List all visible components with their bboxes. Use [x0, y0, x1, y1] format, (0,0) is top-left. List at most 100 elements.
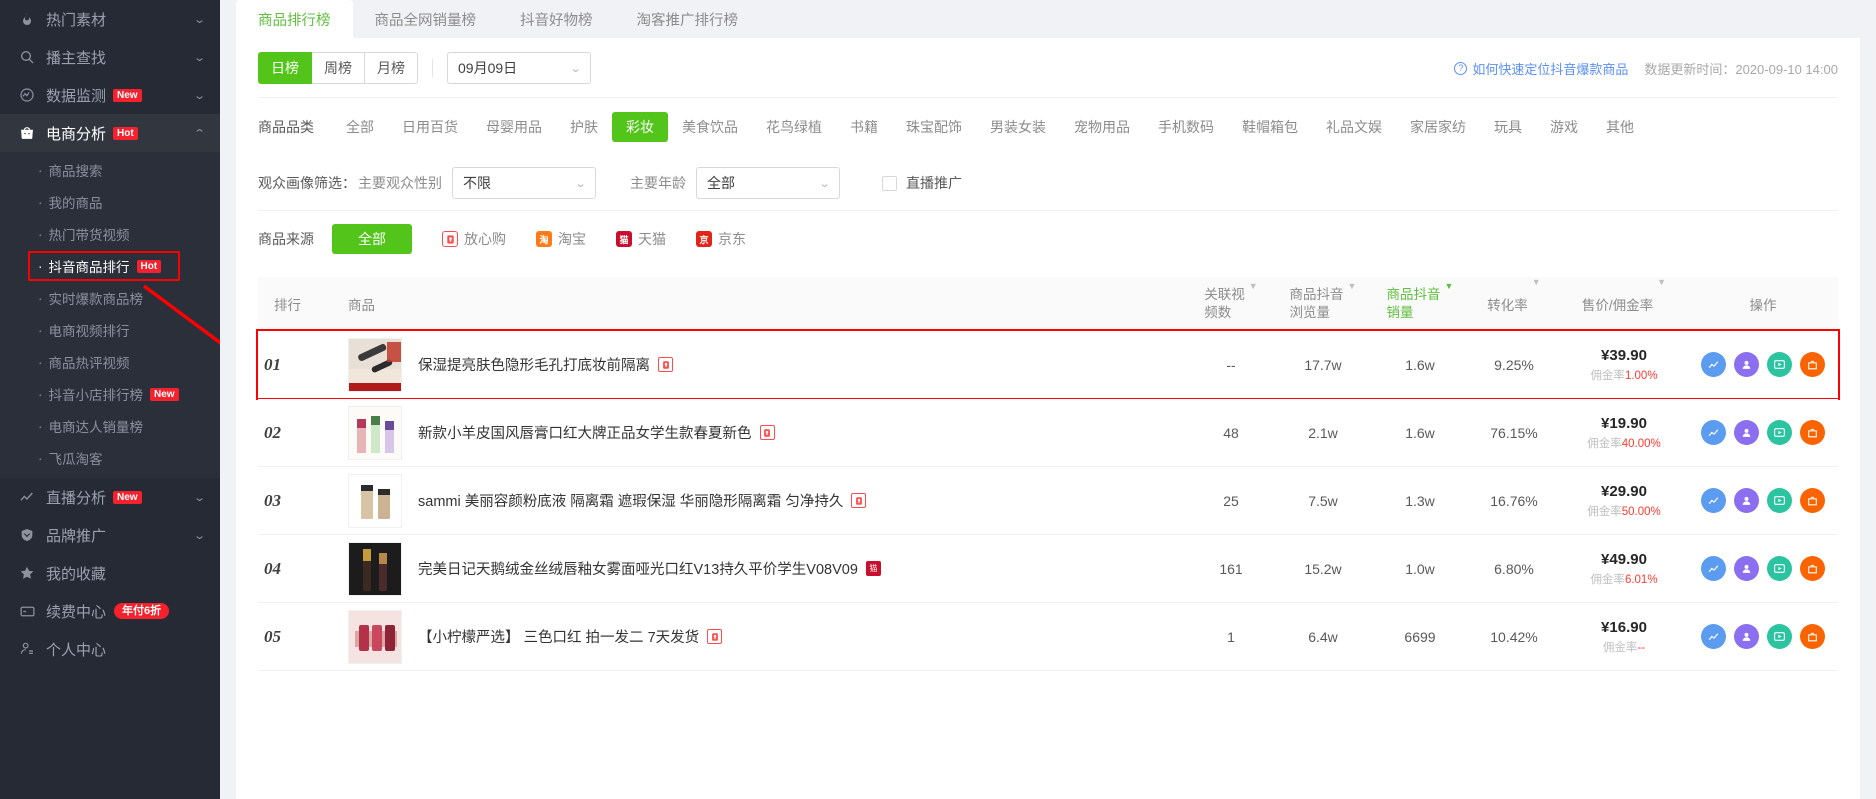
sort-descending-icon[interactable]: ▼ [1445, 281, 1454, 291]
help-link[interactable]: ? 如何快速定位抖音爆款商品 [1454, 59, 1628, 78]
sidebar-item-feigua-taoke[interactable]: · 飞瓜淘客 [0, 442, 220, 474]
product-name[interactable]: 新款小羊皮国风唇膏口红大牌正品女学生款春夏新色 [418, 422, 752, 443]
shop-icon[interactable] [1800, 624, 1825, 649]
sidebar-item-hot-materials[interactable]: 热门素材 ⌄ [0, 0, 220, 38]
tab-全网-sales-ranking[interactable]: 商品全网销量榜 [353, 0, 499, 38]
category-home-textiles[interactable]: 家居家纺 [1396, 112, 1480, 142]
category-skincare[interactable]: 护肤 [556, 112, 612, 142]
product-thumbnail[interactable] [348, 473, 402, 528]
col-header-video-count[interactable]: 关联视 频数 ▼ [1188, 277, 1274, 331]
category-makeup[interactable]: 彩妆 [612, 112, 668, 142]
category-other[interactable]: 其他 [1592, 112, 1648, 142]
source-tmall[interactable]: 猫 天猫 [616, 229, 666, 249]
sidebar-item-product-search[interactable]: · 商品搜索 [0, 154, 220, 186]
sidebar-item-realtime-hot-products[interactable]: · 实时爆款商品榜 [0, 282, 220, 314]
audience-icon[interactable] [1734, 624, 1759, 649]
table-row[interactable]: 01 保湿提亮肤色隐形毛孔打底妆前隔离 -- 17.7w 1.6w 9.25% … [256, 329, 1840, 400]
sidebar-item-personal-center[interactable]: 个人中心 [0, 630, 220, 668]
sidebar-item-douyin-shop-rank[interactable]: · 抖音小店排行榜 New [0, 378, 220, 410]
product-name[interactable]: 保湿提亮肤色隐形毛孔打底妆前隔离 [418, 354, 650, 375]
category-plants[interactable]: 花鸟绿植 [752, 112, 836, 142]
col-header-conversion[interactable]: 转化率 ▼ [1468, 277, 1560, 331]
category-toys[interactable]: 玩具 [1480, 112, 1536, 142]
trend-chart-icon[interactable] [1701, 488, 1726, 513]
sidebar-item-live-analysis[interactable]: 直播分析 New ⌄ [0, 478, 220, 516]
table-row[interactable]: 03 sammi 美丽容颜粉底液 隔离霜 遮瑕保湿 华丽隐形隔离霜 匀净持久 2… [258, 467, 1838, 535]
product-thumbnail[interactable] [348, 405, 402, 460]
cell-product[interactable]: 保湿提亮肤色隐形毛孔打底妆前隔离 [342, 337, 1188, 392]
period-monthly-button[interactable]: 月榜 [365, 52, 418, 84]
sidebar-item-product-review-videos[interactable]: · 商品热评视频 [0, 346, 220, 378]
audience-icon[interactable] [1734, 352, 1759, 377]
source-taobao[interactable]: 淘 淘宝 [536, 229, 586, 249]
video-play-icon[interactable] [1767, 488, 1792, 513]
sidebar-item-my-favorites[interactable]: 我的收藏 [0, 554, 220, 592]
sort-descending-icon[interactable]: ▼ [1657, 277, 1666, 287]
cell-product[interactable]: 【小柠檬严选】 三色口红 拍一发二 7天发货 [342, 609, 1188, 664]
sidebar-item-douyin-product-rank[interactable]: · 抖音商品排行 Hot [0, 250, 220, 282]
category-clothing[interactable]: 男装女装 [976, 112, 1060, 142]
category-mobile-digital[interactable]: 手机数码 [1144, 112, 1228, 142]
source-fangxingou[interactable]: 放心购 [442, 229, 506, 249]
category-shoes-bags[interactable]: 鞋帽箱包 [1228, 112, 1312, 142]
audience-icon[interactable] [1734, 488, 1759, 513]
tab-product-ranking[interactable]: 商品排行榜 [236, 0, 353, 38]
live-promo-checkbox-wrap[interactable]: 直播推广 [882, 173, 962, 193]
sidebar-item-data-monitor[interactable]: 数据监测 New ⌄ [0, 76, 220, 114]
product-name[interactable]: 完美日记天鹅绒金丝绒唇釉女雾面哑光口红V13持久平价学生V08V09 [418, 558, 858, 579]
sidebar-item-brand-promotion[interactable]: 品牌推广 ⌄ [0, 516, 220, 554]
col-header-sales[interactable]: 商品抖音 销量 ▼ [1372, 277, 1468, 331]
shop-icon[interactable] [1800, 352, 1825, 377]
category-games[interactable]: 游戏 [1536, 112, 1592, 142]
sidebar-item-find-broadcaster[interactable]: 播主查找 ⌄ [0, 38, 220, 76]
category-pet-supplies[interactable]: 宠物用品 [1060, 112, 1144, 142]
date-select[interactable]: 09月09日 ⌄ [447, 52, 591, 84]
audience-icon[interactable] [1734, 556, 1759, 581]
sidebar-item-influencer-sales-rank[interactable]: · 电商达人销量榜 [0, 410, 220, 442]
sidebar-item-hot-selling-videos[interactable]: · 热门带货视频 [0, 218, 220, 250]
trend-chart-icon[interactable] [1701, 420, 1726, 445]
trend-chart-icon[interactable] [1701, 352, 1726, 377]
table-row[interactable]: 02 新款小羊皮国风唇膏口红大牌正品女学生款春夏新色 48 2.1w 1.6w … [258, 399, 1838, 467]
col-header-views[interactable]: 商品抖音 浏览量 ▼ [1274, 277, 1372, 331]
product-name[interactable]: sammi 美丽容颜粉底液 隔离霜 遮瑕保湿 华丽隐形隔离霜 匀净持久 [418, 490, 843, 511]
sidebar-item-ecommerce-video-rank[interactable]: · 电商视频排行 [0, 314, 220, 346]
category-gifts-entertainment[interactable]: 礼品文娱 [1312, 112, 1396, 142]
product-name[interactable]: 【小柠檬严选】 三色口红 拍一发二 7天发货 [418, 626, 699, 647]
sidebar-item-ecommerce-analysis[interactable]: 电商分析 Hot ⌃ [0, 114, 220, 152]
sort-descending-icon[interactable]: ▼ [1249, 281, 1258, 291]
category-jewelry[interactable]: 珠宝配饰 [892, 112, 976, 142]
source-all-button[interactable]: 全部 [332, 224, 412, 254]
live-promo-checkbox[interactable] [882, 175, 897, 191]
table-row[interactable]: 05 【小柠檬严选】 三色口红 拍一发二 7天发货 1 6.4w 6699 10… [258, 603, 1838, 671]
gender-select[interactable]: 不限 ⌄ [452, 167, 596, 199]
product-thumbnail[interactable] [348, 609, 402, 664]
shop-icon[interactable] [1800, 420, 1825, 445]
category-food-drink[interactable]: 美食饮品 [668, 112, 752, 142]
product-thumbnail[interactable] [348, 541, 402, 596]
sort-descending-icon[interactable]: ▼ [1348, 281, 1357, 291]
source-jd[interactable]: 京 京东 [696, 229, 746, 249]
period-daily-button[interactable]: 日榜 [258, 52, 312, 84]
tab-taoke-promotion-ranking[interactable]: 淘客推广排行榜 [615, 0, 761, 38]
video-play-icon[interactable] [1767, 420, 1792, 445]
shop-icon[interactable] [1800, 488, 1825, 513]
cell-product[interactable]: 完美日记天鹅绒金丝绒唇釉女雾面哑光口红V13持久平价学生V08V09 猫 [342, 541, 1188, 596]
product-thumbnail[interactable] [348, 337, 402, 392]
sidebar-item-my-products[interactable]: · 我的商品 [0, 186, 220, 218]
sort-descending-icon[interactable]: ▼ [1532, 277, 1541, 287]
category-books[interactable]: 书籍 [836, 112, 892, 142]
video-play-icon[interactable] [1767, 556, 1792, 581]
col-header-price-commission[interactable]: 售价/佣金率 ▼ [1560, 277, 1688, 331]
trend-chart-icon[interactable] [1701, 556, 1726, 581]
table-row[interactable]: 04 完美日记天鹅绒金丝绒唇釉女雾面哑光口红V13持久平价学生V08V09 猫 … [258, 535, 1838, 603]
video-play-icon[interactable] [1767, 624, 1792, 649]
video-play-icon[interactable] [1767, 352, 1792, 377]
tab-douyin-good-products[interactable]: 抖音好物榜 [498, 0, 615, 38]
shop-icon[interactable] [1800, 556, 1825, 581]
category-maternal-baby[interactable]: 母婴用品 [472, 112, 556, 142]
period-weekly-button[interactable]: 周榜 [312, 52, 365, 84]
cell-product[interactable]: sammi 美丽容颜粉底液 隔离霜 遮瑕保湿 华丽隐形隔离霜 匀净持久 [342, 473, 1188, 528]
category-daily-goods[interactable]: 日用百货 [388, 112, 472, 142]
sidebar-item-renewal-center[interactable]: 续费中心 年付6折 [0, 592, 220, 630]
